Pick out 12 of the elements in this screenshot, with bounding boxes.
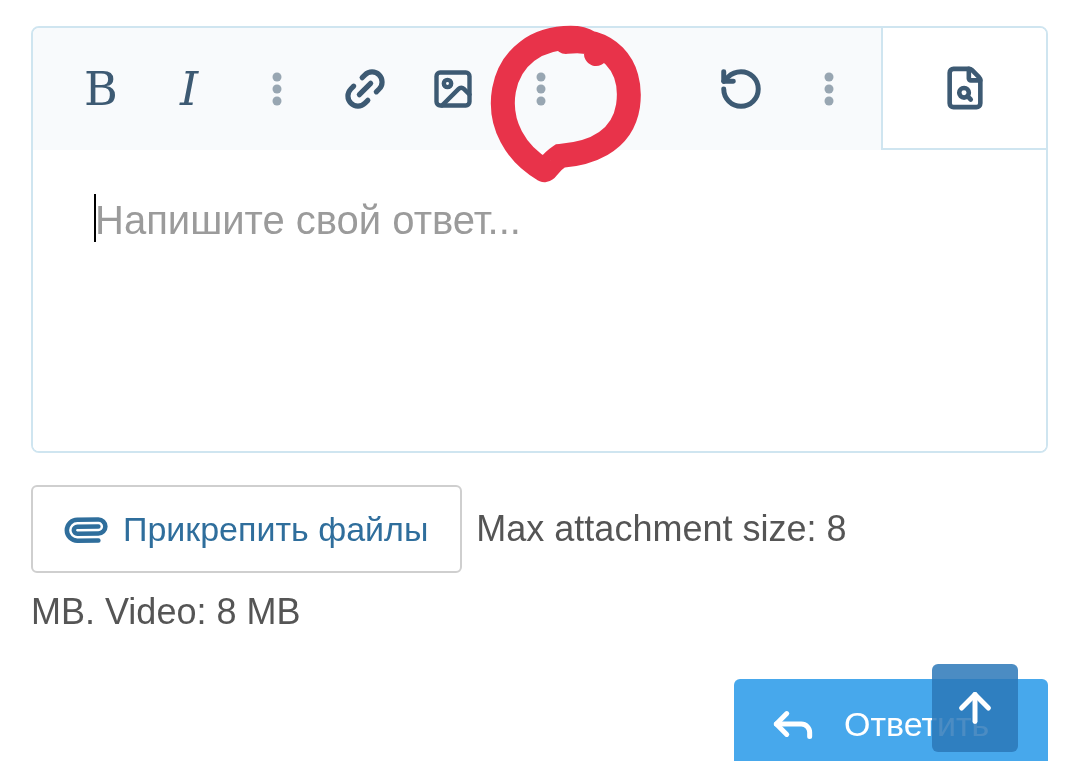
vertical-dots-icon [536,72,546,106]
vertical-dots-icon [824,72,834,106]
attach-files-button[interactable]: Прикрепить файлы [31,485,463,573]
undo-icon [718,66,764,112]
image-icon [431,67,475,111]
reply-editor[interactable]: B I Напишите свой ответ... [31,26,1048,453]
italic-button[interactable]: I [159,59,219,119]
attachment-size-note: Max attachment size: 8 [476,507,847,551]
text-cursor [94,194,96,242]
bold-button[interactable]: B [71,59,131,119]
attachment-size-note: MB. Video: 8 MB [31,590,301,634]
vertical-dots-icon [272,72,282,106]
